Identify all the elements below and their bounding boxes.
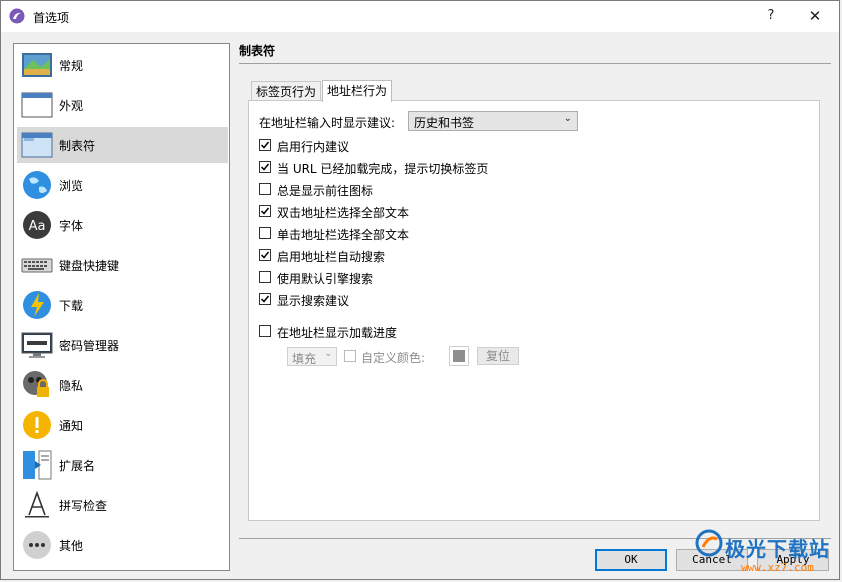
switch-tab-hint-label: 当 URL 已经加载完成，提示切换标签页 [277, 162, 489, 176]
sidebar-item-general[interactable]: 常规 [17, 47, 228, 83]
default-engine-label: 使用默认引擎搜索 [277, 272, 374, 286]
globe-icon [23, 171, 51, 199]
category-sidebar[interactable]: 常规 外观 制表符 浏览 Aa 字体 键盘快捷键 下载 密码管理器 隐私 通知 … [13, 43, 230, 571]
custom-color-checkbox[interactable] [344, 350, 356, 362]
sidebar-item-spellcheck[interactable]: 拼写检查 [17, 487, 228, 523]
ok-button[interactable]: OK [595, 549, 667, 571]
tab-tab-behavior[interactable]: 标签页行为 [251, 81, 322, 101]
notification-exclamation-icon [23, 411, 51, 439]
keyboard-icon [21, 258, 53, 273]
svg-text:Aa: Aa [29, 219, 46, 234]
preferences-window: 首选项 ? ✕ 常规 外观 制表符 浏览 Aa 字体 键盘快捷键 下载 密码管理… [0, 0, 840, 580]
single-click-select-checkbox[interactable] [259, 227, 271, 239]
general-settings-icon [22, 53, 52, 77]
tab-addressbar-behavior[interactable]: 地址栏行为 [322, 80, 393, 102]
watermark-text: 极光下载站 [725, 537, 830, 561]
chevron-down-icon: ⌄ [324, 349, 332, 359]
font-aa-icon: Aa [23, 211, 51, 239]
window-title: 首选项 [33, 11, 70, 25]
sidebar-item-appearance[interactable]: 外观 [17, 87, 228, 123]
inline-suggest-checkbox[interactable] [259, 139, 271, 151]
show-go-icon-checkbox[interactable] [259, 183, 271, 195]
suggest-label: 在地址栏输入时显示建议: [259, 116, 396, 130]
monitor-password-icon [21, 332, 53, 358]
reset-button[interactable]: 复位 [477, 347, 519, 365]
default-engine-checkbox[interactable] [259, 271, 271, 283]
progress-style-value: 填充 [292, 352, 317, 366]
suggest-dropdown-value: 历史和书签 [414, 116, 475, 130]
double-click-select-checkbox[interactable] [259, 205, 271, 217]
more-dots-icon [23, 531, 51, 559]
color-swatch-button[interactable] [449, 346, 469, 366]
color-swatch-fill [453, 350, 465, 362]
puzzle-extension-icon [23, 450, 52, 480]
search-suggestions-checkbox[interactable] [259, 293, 271, 305]
double-click-select-label: 双击地址栏选择全部文本 [277, 206, 410, 220]
progress-style-dropdown[interactable]: 填充 ⌄ [287, 347, 337, 366]
sidebar-item-tabs[interactable]: 制表符 [17, 127, 228, 163]
app-logo-icon [9, 8, 25, 24]
divider [239, 63, 831, 64]
appearance-window-icon [21, 92, 53, 118]
custom-color-label: 自定义颜色: [361, 351, 426, 365]
suggest-dropdown[interactable]: 历史和书签 ⌄ [408, 111, 578, 131]
sidebar-item-notifications[interactable]: 通知 [17, 407, 228, 443]
tabs-window-icon [21, 132, 53, 158]
sidebar-item-privacy[interactable]: 隐私 [17, 367, 228, 403]
inline-suggest-label: 启用行内建议 [277, 140, 350, 154]
section-title: 制表符 [239, 44, 276, 58]
load-progress-label: 在地址栏显示加载进度 [277, 326, 398, 340]
sidebar-item-downloads[interactable]: 下载 [17, 287, 228, 323]
chevron-down-icon: ⌄ [563, 113, 572, 124]
switch-tab-hint-checkbox[interactable] [259, 161, 271, 173]
auto-search-label: 启用地址栏自动搜索 [277, 250, 386, 264]
sidebar-item-extensions[interactable]: 扩展名 [17, 447, 228, 483]
close-button[interactable]: ✕ [801, 5, 829, 27]
sidebar-item-browsing[interactable]: 浏览 [17, 167, 228, 203]
sidebar-item-other[interactable]: 其他 [17, 527, 228, 563]
download-globe-icon [23, 291, 51, 319]
spellcheck-a-icon [25, 490, 49, 518]
sidebar-item-fonts[interactable]: Aa 字体 [17, 207, 228, 243]
load-progress-checkbox[interactable] [259, 325, 271, 337]
auto-search-checkbox[interactable] [259, 249, 271, 261]
sidebar-item-shortcuts[interactable]: 键盘快捷键 [17, 247, 228, 283]
sidebar-item-password-manager[interactable]: 密码管理器 [17, 327, 228, 363]
single-click-select-label: 单击地址栏选择全部文本 [277, 228, 410, 242]
title-bar: 首选项 ? ✕ [1, 1, 839, 32]
help-button[interactable]: ? [757, 5, 785, 27]
watermark-url: www.xz7.com [741, 561, 814, 574]
search-suggestions-label: 显示搜索建议 [277, 294, 350, 308]
privacy-lock-icon [23, 371, 49, 397]
watermark-logo-icon [695, 529, 723, 557]
show-go-icon-label: 总是显示前往图标 [277, 184, 374, 198]
